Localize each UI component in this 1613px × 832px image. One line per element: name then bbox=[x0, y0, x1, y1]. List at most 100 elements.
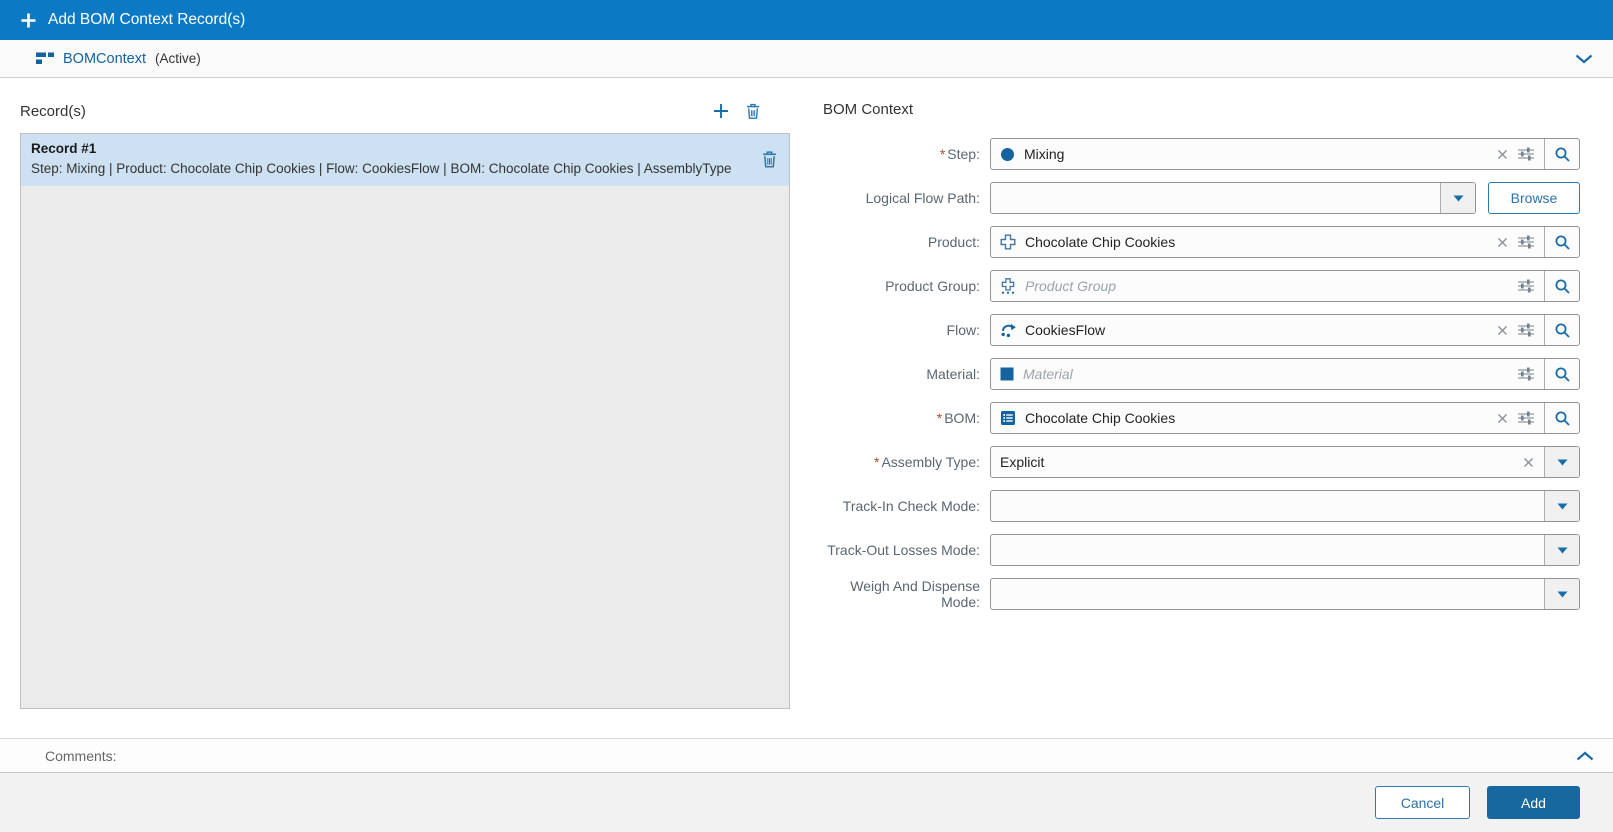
filter-icon[interactable] bbox=[1518, 279, 1534, 293]
comments-section: Comments: bbox=[0, 738, 1613, 773]
field-row-step: * Step: Mixing bbox=[810, 138, 1580, 170]
weigh-and-dispense-mode-select[interactable] bbox=[990, 578, 1580, 610]
dropdown-arrow-icon[interactable] bbox=[1544, 579, 1579, 609]
dropdown-arrow-icon[interactable] bbox=[1544, 491, 1579, 521]
bom-icon bbox=[1000, 410, 1016, 426]
field-row-track-in-check-mode: Track-In Check Mode: bbox=[810, 490, 1580, 522]
field-row-product-group: Product Group: Product Group bbox=[810, 270, 1580, 302]
filter-icon[interactable] bbox=[1518, 235, 1534, 249]
collapse-chevron-up-icon[interactable] bbox=[1576, 751, 1594, 761]
main-content: Record(s) Record #1 Step: Mixing | Produ… bbox=[0, 78, 1613, 738]
entity-status: (Active) bbox=[155, 51, 201, 66]
field-row-material: Material: Material bbox=[810, 358, 1580, 390]
track-in-check-mode-label: Track-In Check Mode: bbox=[842, 498, 980, 514]
filter-icon[interactable] bbox=[1518, 323, 1534, 337]
required-marker: * bbox=[936, 410, 943, 426]
track-out-losses-mode-select[interactable] bbox=[990, 534, 1580, 566]
weigh-and-dispense-mode-label: Weigh And Dispense Mode: bbox=[850, 578, 980, 610]
step-icon bbox=[1000, 147, 1015, 162]
flow-icon bbox=[1000, 322, 1016, 338]
material-icon bbox=[1000, 367, 1014, 381]
record-list-item[interactable]: Record #1 Step: Mixing | Product: Chocol… bbox=[21, 134, 789, 186]
search-button[interactable] bbox=[1544, 315, 1579, 345]
dialog-footer: Cancel Add bbox=[0, 773, 1613, 832]
product-input[interactable]: Chocolate Chip Cookies bbox=[990, 226, 1580, 258]
form-title: BOM Context bbox=[823, 101, 914, 118]
dropdown-arrow-icon[interactable] bbox=[1440, 183, 1475, 213]
bom-input[interactable]: Chocolate Chip Cookies bbox=[990, 402, 1580, 434]
record-text: Record #1 Step: Mixing | Product: Chocol… bbox=[31, 139, 762, 180]
clear-icon[interactable] bbox=[1523, 457, 1534, 468]
records-panel: Record(s) Record #1 Step: Mixing | Produ… bbox=[20, 98, 790, 738]
field-row-flow: Flow: CookiesFlow bbox=[810, 314, 1580, 346]
dialog-titlebar: Add BOM Context Record(s) bbox=[0, 0, 1613, 40]
search-button[interactable] bbox=[1544, 359, 1579, 389]
search-button[interactable] bbox=[1544, 139, 1579, 169]
browse-button[interactable]: Browse bbox=[1488, 182, 1580, 214]
flow-input[interactable]: CookiesFlow bbox=[990, 314, 1580, 346]
clear-icon[interactable] bbox=[1497, 413, 1508, 424]
dropdown-arrow-icon[interactable] bbox=[1544, 447, 1579, 477]
add-plus-icon bbox=[20, 12, 37, 29]
entity-bar: BOMContext (Active) bbox=[0, 40, 1613, 78]
assembly-type-select[interactable]: Explicit bbox=[990, 446, 1580, 478]
delete-record-button[interactable] bbox=[762, 150, 777, 168]
material-placeholder: Material bbox=[1023, 366, 1073, 382]
product-group-input[interactable]: Product Group bbox=[990, 270, 1580, 302]
search-button[interactable] bbox=[1544, 403, 1579, 433]
add-record-button[interactable] bbox=[713, 103, 729, 119]
add-button[interactable]: Add bbox=[1487, 786, 1580, 819]
product-label: Product: bbox=[927, 234, 980, 250]
product-icon bbox=[1000, 234, 1016, 250]
entity-name: BOMContext bbox=[63, 50, 146, 67]
records-list: Record #1 Step: Mixing | Product: Chocol… bbox=[20, 133, 790, 709]
bomcontext-entity-icon bbox=[36, 52, 54, 65]
record-name: Record #1 bbox=[31, 141, 97, 156]
filter-icon[interactable] bbox=[1518, 147, 1534, 161]
filter-icon[interactable] bbox=[1518, 367, 1534, 381]
field-row-weigh-and-dispense-mode: Weigh And Dispense Mode: bbox=[810, 578, 1580, 610]
bom-label: BOM: bbox=[944, 410, 980, 426]
dialog-title: Add BOM Context Record(s) bbox=[48, 11, 246, 28]
step-label: Step: bbox=[947, 146, 980, 162]
field-row-logical-flow-path: Logical Flow Path: Browse bbox=[810, 182, 1580, 214]
track-in-check-mode-select[interactable] bbox=[990, 490, 1580, 522]
dropdown-arrow-icon[interactable] bbox=[1544, 535, 1579, 565]
required-marker: * bbox=[873, 454, 880, 470]
field-row-product: Product: Chocolate Chip Cookies bbox=[810, 226, 1580, 258]
logical-flow-path-label: Logical Flow Path: bbox=[865, 190, 980, 206]
field-row-bom: * BOM: Chocolate Chip Cookies bbox=[810, 402, 1580, 434]
product-group-icon bbox=[1000, 278, 1016, 294]
flow-label: Flow: bbox=[946, 322, 980, 338]
cancel-button[interactable]: Cancel bbox=[1375, 786, 1470, 819]
step-input[interactable]: Mixing bbox=[990, 138, 1580, 170]
records-title: Record(s) bbox=[20, 102, 86, 120]
step-value: Mixing bbox=[1024, 146, 1065, 162]
records-header: Record(s) bbox=[20, 98, 790, 124]
product-value: Chocolate Chip Cookies bbox=[1025, 234, 1176, 250]
track-out-losses-mode-label: Track-Out Losses Mode: bbox=[827, 542, 980, 558]
filter-icon[interactable] bbox=[1518, 411, 1534, 425]
bom-value: Chocolate Chip Cookies bbox=[1025, 410, 1176, 426]
bom-context-form: BOM Context * Step: Mixing Logical Flow … bbox=[810, 98, 1580, 738]
material-input[interactable]: Material bbox=[990, 358, 1580, 390]
clear-icon[interactable] bbox=[1497, 325, 1508, 336]
search-button[interactable] bbox=[1544, 227, 1579, 257]
field-row-assembly-type: * Assembly Type: Explicit bbox=[810, 446, 1580, 478]
search-button[interactable] bbox=[1544, 271, 1579, 301]
flow-value: CookiesFlow bbox=[1025, 322, 1106, 338]
logical-flow-path-input[interactable] bbox=[990, 182, 1476, 214]
record-details: Step: Mixing | Product: Chocolate Chip C… bbox=[31, 161, 732, 177]
material-label: Material: bbox=[926, 366, 980, 382]
collapse-chevron-down-icon[interactable] bbox=[1575, 54, 1593, 64]
clear-icon[interactable] bbox=[1497, 149, 1508, 160]
delete-records-button[interactable] bbox=[746, 103, 760, 119]
comments-label: Comments: bbox=[45, 747, 117, 764]
product-group-label: Product Group: bbox=[885, 278, 980, 294]
assembly-type-label: Assembly Type: bbox=[881, 454, 980, 470]
assembly-type-value: Explicit bbox=[1000, 454, 1045, 470]
product-group-placeholder: Product Group bbox=[1025, 278, 1117, 294]
required-marker: * bbox=[939, 146, 946, 162]
field-row-track-out-losses-mode: Track-Out Losses Mode: bbox=[810, 534, 1580, 566]
clear-icon[interactable] bbox=[1497, 237, 1508, 248]
